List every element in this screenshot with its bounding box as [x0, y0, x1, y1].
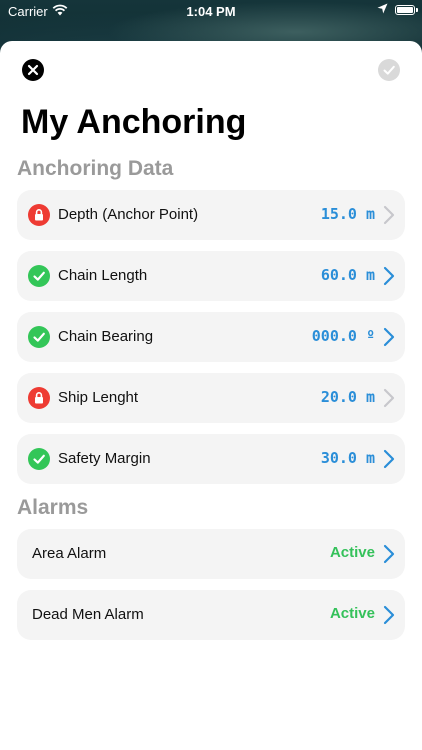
chevron-right-icon [383, 544, 395, 564]
row-chain-bearing[interactable]: Chain Bearing 000.0 º [17, 312, 405, 362]
close-button[interactable] [22, 59, 44, 81]
row-label: Ship Lenght [58, 389, 139, 406]
chevron-right-icon [383, 605, 395, 625]
row-label: Safety Margin [58, 450, 151, 467]
close-icon [27, 64, 39, 76]
row-dead-men-alarm[interactable]: Dead Men Alarm Active [17, 590, 405, 640]
row-value: 15.0 m [320, 205, 375, 223]
row-value: 60.0 m [320, 266, 375, 284]
row-label: Area Alarm [32, 545, 107, 562]
row-ship-length[interactable]: Ship Lenght 20.0 m [17, 373, 405, 423]
status-value: Active [329, 605, 375, 622]
row-depth[interactable]: Depth (Anchor Point) 15.0 m [17, 190, 405, 240]
row-label: Chain Bearing [58, 328, 154, 345]
chevron-right-icon [383, 266, 395, 286]
chevron-right-icon [383, 327, 395, 347]
chevron-right-icon [383, 449, 395, 469]
checkmark-circle-icon [28, 448, 50, 470]
page-title: My Anchoring [21, 103, 247, 141]
row-chain-length[interactable]: Chain Length 60.0 m [17, 251, 405, 301]
row-area-alarm[interactable]: Area Alarm Active [17, 529, 405, 579]
battery-icon [395, 5, 418, 15]
row-label: Dead Men Alarm [32, 606, 144, 623]
location-arrow-icon [377, 3, 388, 14]
row-safety-margin[interactable]: Safety Margin 30.0 m [17, 434, 405, 484]
section-alarms: Alarms [17, 496, 89, 519]
chevron-right-icon [383, 388, 395, 408]
lock-icon [28, 204, 50, 226]
row-value: 000.0 º [311, 327, 375, 345]
lock-icon [28, 387, 50, 409]
status-time: 1:04 PM [186, 4, 236, 19]
row-value: 30.0 m [320, 449, 375, 467]
done-button[interactable] [378, 59, 400, 81]
row-label: Depth (Anchor Point) [58, 206, 199, 223]
status-value: Active [329, 544, 375, 561]
row-value: 20.0 m [320, 388, 375, 406]
checkmark-icon [383, 65, 395, 75]
anchoring-sheet: My Anchoring Anchoring Data Depth (Ancho… [0, 41, 422, 750]
row-label: Chain Length [58, 267, 148, 284]
checkmark-circle-icon [28, 326, 50, 348]
checkmark-circle-icon [28, 265, 50, 287]
status-bar: Carrier 1:04 PM [0, 0, 422, 22]
section-anchoring-data: Anchoring Data [17, 157, 174, 180]
chevron-right-icon [383, 205, 395, 225]
